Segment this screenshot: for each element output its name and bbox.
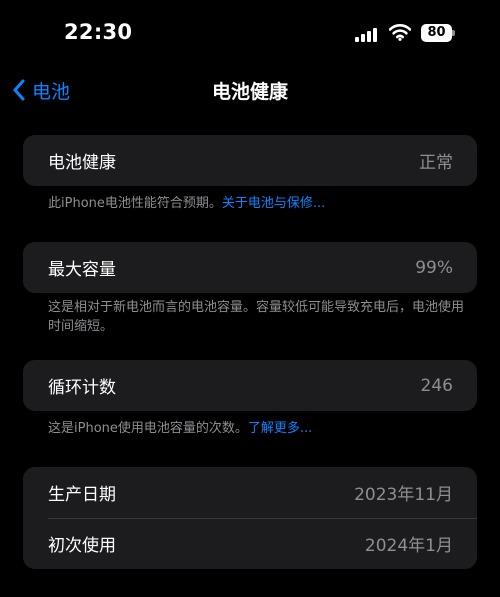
manufacture-date-row: 生产日期 2023年11月 <box>23 467 477 518</box>
cycle-count-footer-text: 这是iPhone使用电池容量的次数。 <box>48 421 248 436</box>
battery-icon: 80 <box>421 24 455 42</box>
battery-health-group: 电池健康 正常 <box>23 135 477 186</box>
wifi-icon <box>389 24 411 41</box>
first-use-row: 初次使用 2024年1月 <box>23 518 477 569</box>
dates-group: 生产日期 2023年11月 初次使用 2024年1月 <box>23 467 477 569</box>
maximum-capacity-group: 最大容量 99% <box>23 242 477 293</box>
learn-more-link[interactable]: 了解更多... <box>248 421 312 436</box>
manufacture-date-label: 生产日期 <box>48 485 116 505</box>
first-use-label: 初次使用 <box>48 536 116 556</box>
battery-health-footer-text: 此iPhone电池性能符合预期。 <box>48 196 222 211</box>
navigation-bar: 电池 电池健康 <box>0 68 500 112</box>
cycle-count-label: 循环计数 <box>48 378 116 398</box>
cycle-count-footer: 这是iPhone使用电池容量的次数。了解更多... <box>48 419 468 438</box>
battery-health-value: 正常 <box>419 153 453 173</box>
cycle-count-value: 246 <box>420 375 453 396</box>
manufacture-date-value: 2023年11月 <box>354 485 453 505</box>
chevron-left-icon <box>13 79 25 101</box>
maximum-capacity-value: 99% <box>415 257 453 278</box>
maximum-capacity-row: 最大容量 99% <box>23 242 477 293</box>
cycle-count-row: 循环计数 246 <box>23 360 477 411</box>
battery-health-label: 电池健康 <box>48 153 116 173</box>
cycle-count-group: 循环计数 246 <box>23 360 477 411</box>
page-title: 电池健康 <box>211 81 288 103</box>
back-button[interactable]: 电池 <box>12 74 70 106</box>
battery-warranty-link[interactable]: 关于电池与保修... <box>222 196 325 211</box>
maximum-capacity-label: 最大容量 <box>48 260 116 280</box>
status-time: 22:30 <box>64 20 133 44</box>
maximum-capacity-footer: 这是相对于新电池而言的电池容量。容量较低可能导致充电后，电池使用时间缩短。 <box>48 300 465 334</box>
status-bar: 22:30 80 <box>0 0 500 68</box>
battery-health-row: 电池健康 正常 <box>23 135 477 186</box>
signal-icon <box>355 26 379 42</box>
first-use-value: 2024年1月 <box>364 536 453 556</box>
battery-health-footer: 此iPhone电池性能符合预期。关于电池与保修... <box>48 194 468 213</box>
battery-level: 80 <box>421 24 452 42</box>
back-label: 电池 <box>32 80 71 103</box>
